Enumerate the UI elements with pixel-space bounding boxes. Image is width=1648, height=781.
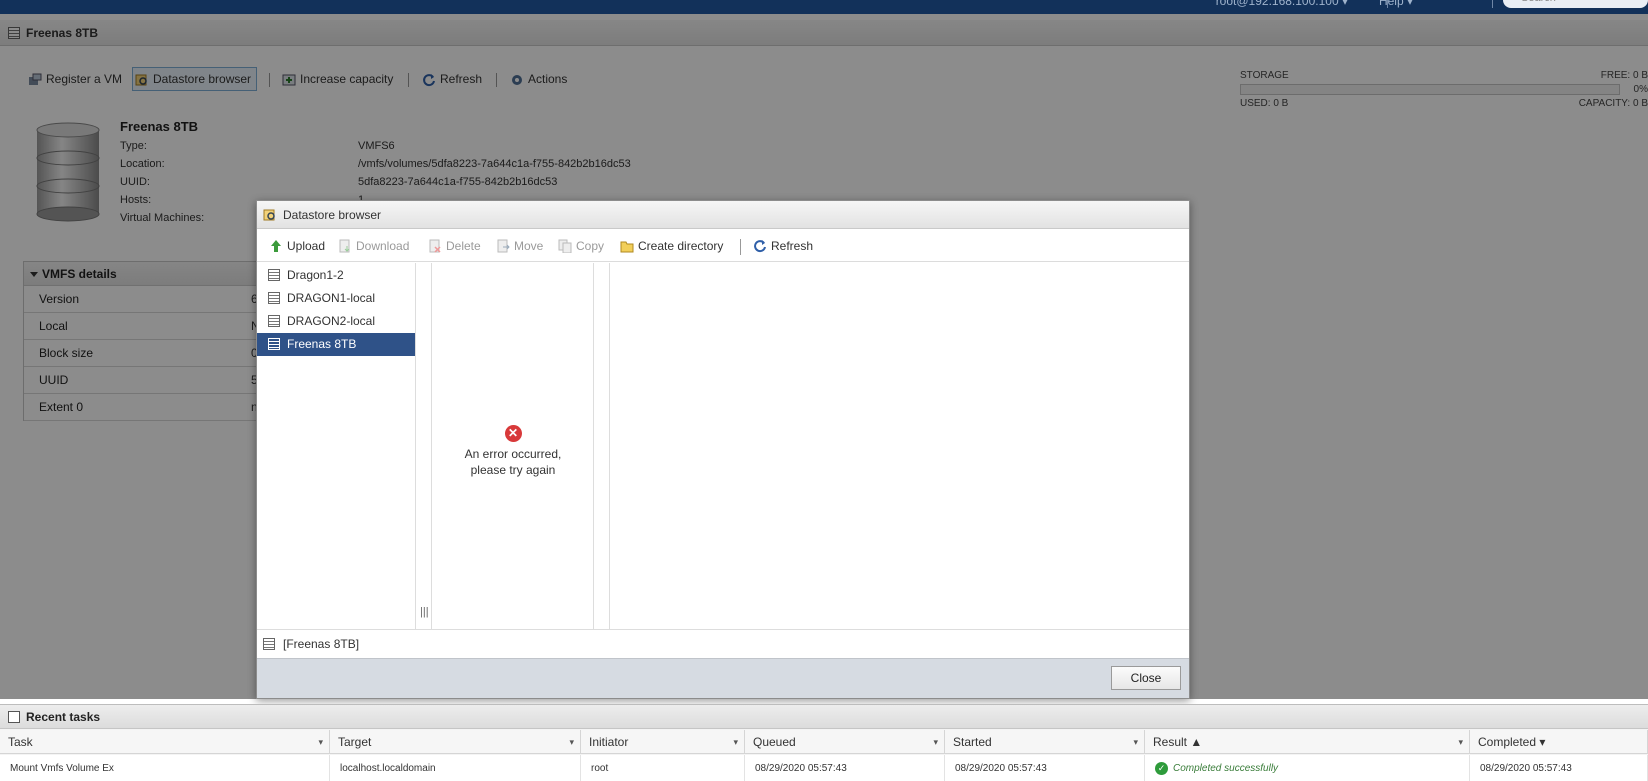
- copy-label: Copy: [576, 239, 605, 253]
- chevron-down-icon[interactable]: ▾: [933, 730, 938, 754]
- recent-tasks-title: Recent tasks: [26, 710, 101, 724]
- divider: [740, 239, 741, 255]
- move-button[interactable]: Move: [495, 239, 543, 253]
- cell-task: Mount Vmfs Volume Ex: [0, 755, 330, 781]
- tasks-column-headers: Task ▾ Target ▾ Initiator ▾ Queued ▾ Started…: [0, 730, 1648, 754]
- chevron-down-icon[interactable]: ▾: [569, 730, 574, 754]
- datastore-item-label: Freenas 8TB: [287, 337, 357, 351]
- pane-splitter[interactable]: [416, 263, 432, 629]
- search-input[interactable]: Search: [1503, 0, 1648, 8]
- current-path: [Freenas 8TB]: [257, 629, 1189, 657]
- datastore-item-selected[interactable]: Freenas 8TB: [257, 333, 415, 356]
- cell-result: ✓ Completed successfully: [1145, 755, 1470, 781]
- column-label: Target: [338, 735, 372, 749]
- copy-icon: [558, 239, 572, 253]
- datastore-browser-dialog: Datastore browser Upload Download Delete…: [256, 200, 1190, 699]
- upload-button[interactable]: Upload: [268, 239, 325, 253]
- column-queued[interactable]: Queued ▾: [745, 730, 945, 754]
- datastore-browser-icon: [263, 209, 275, 221]
- upload-label: Upload: [287, 239, 326, 253]
- download-button[interactable]: Download: [337, 239, 409, 253]
- success-icon: ✓: [1155, 762, 1168, 775]
- download-icon: [339, 239, 350, 253]
- column-label: Completed ▾: [1478, 735, 1546, 749]
- create-directory-label: Create directory: [638, 239, 724, 253]
- recent-tasks-panel: Recent tasks Task ▾ Target ▾ Initiator ▾ Qu…: [0, 704, 1648, 781]
- error-message: ✕ An error occurred, please try again: [432, 425, 594, 478]
- close-button[interactable]: Close: [1111, 666, 1181, 690]
- dialog-refresh-button[interactable]: Refresh: [752, 239, 813, 253]
- datastore-icon: [268, 269, 280, 281]
- column-started[interactable]: Started ▾: [945, 730, 1145, 754]
- column-label: Task: [8, 735, 33, 749]
- chevron-down-icon[interactable]: ▾: [733, 730, 738, 754]
- error-line-2: please try again: [470, 463, 556, 477]
- create-directory-button[interactable]: Create directory: [619, 239, 723, 253]
- dialog-refresh-label: Refresh: [771, 239, 814, 253]
- divider: [1492, 0, 1493, 8]
- column-task[interactable]: Task ▾: [0, 730, 330, 754]
- cell-target: localhost.localdomain: [330, 755, 581, 781]
- delete-label: Delete: [446, 239, 481, 253]
- datastore-icon: [268, 338, 280, 350]
- download-label: Download: [356, 239, 410, 253]
- datastore-item[interactable]: DRAGON1-local: [257, 287, 415, 310]
- column-completed[interactable]: Completed ▾: [1470, 730, 1648, 754]
- top-bar: root@192.168.100.100 ▾ Help ▾ Search: [0, 0, 1648, 14]
- datastore-icon: [263, 638, 275, 650]
- dialog-footer: Close: [257, 658, 1189, 698]
- column-label: Started: [953, 735, 992, 749]
- column-label: Queued: [753, 735, 796, 749]
- recent-tasks-header[interactable]: Recent tasks: [0, 705, 1648, 729]
- dialog-toolbar: Upload Download Delete Move Copy Create …: [257, 230, 1189, 262]
- datastore-icon: [268, 315, 280, 327]
- error-line-1: An error occurred,: [464, 447, 562, 461]
- delete-button[interactable]: Delete: [427, 239, 481, 253]
- resize-grip-icon[interactable]: |||: [420, 606, 429, 618]
- move-icon: [497, 239, 510, 253]
- current-path-label: [Freenas 8TB]: [283, 637, 360, 651]
- cell-completed: 08/29/2020 05:57:43: [1470, 755, 1648, 781]
- column-target[interactable]: Target ▾: [330, 730, 581, 754]
- table-row[interactable]: Mount Vmfs Volume Ex localhost.localdoma…: [0, 755, 1648, 781]
- dialog-title: Datastore browser: [283, 208, 382, 222]
- datastore-item[interactable]: Dragon1-2: [257, 264, 415, 287]
- folder-icon: [620, 241, 634, 253]
- move-label: Move: [514, 239, 544, 253]
- datastore-item-label: DRAGON2-local: [287, 314, 376, 328]
- delete-icon: [429, 239, 441, 253]
- pane-splitter[interactable]: [594, 263, 610, 629]
- cell-result-label: Completed successfully: [1173, 763, 1279, 774]
- datastore-item[interactable]: DRAGON2-local: [257, 310, 415, 333]
- help-menu[interactable]: Help ▾: [1379, 0, 1413, 8]
- dialog-header: Datastore browser: [257, 201, 1189, 229]
- user-menu[interactable]: root@192.168.100.100 ▾: [1216, 0, 1348, 8]
- column-label: Result ▲: [1153, 735, 1203, 749]
- datastore-item-label: DRAGON1-local: [287, 291, 376, 305]
- cell-started: 08/29/2020 05:57:43: [945, 755, 1145, 781]
- cell-initiator: root: [581, 755, 745, 781]
- chevron-down-icon[interactable]: ▾: [1133, 730, 1138, 754]
- chevron-down-icon[interactable]: ▾: [1458, 730, 1463, 754]
- datastore-list-pane: Dragon1-2 DRAGON1-local DRAGON2-local Fr…: [257, 263, 416, 629]
- column-label: Initiator: [589, 735, 629, 749]
- datastore-item-label: Dragon1-2: [287, 268, 344, 282]
- copy-button[interactable]: Copy: [557, 239, 604, 253]
- cell-queued: 08/29/2020 05:57:43: [745, 755, 945, 781]
- chevron-down-icon[interactable]: ▾: [318, 730, 323, 754]
- error-icon: ✕: [504, 425, 522, 442]
- refresh-icon: [754, 240, 766, 253]
- column-initiator[interactable]: Initiator ▾: [581, 730, 745, 754]
- datastore-icon: [268, 292, 280, 304]
- column-result[interactable]: Result ▲ ▾: [1145, 730, 1470, 754]
- tasks-icon: [8, 711, 20, 723]
- upload-icon: [271, 240, 281, 252]
